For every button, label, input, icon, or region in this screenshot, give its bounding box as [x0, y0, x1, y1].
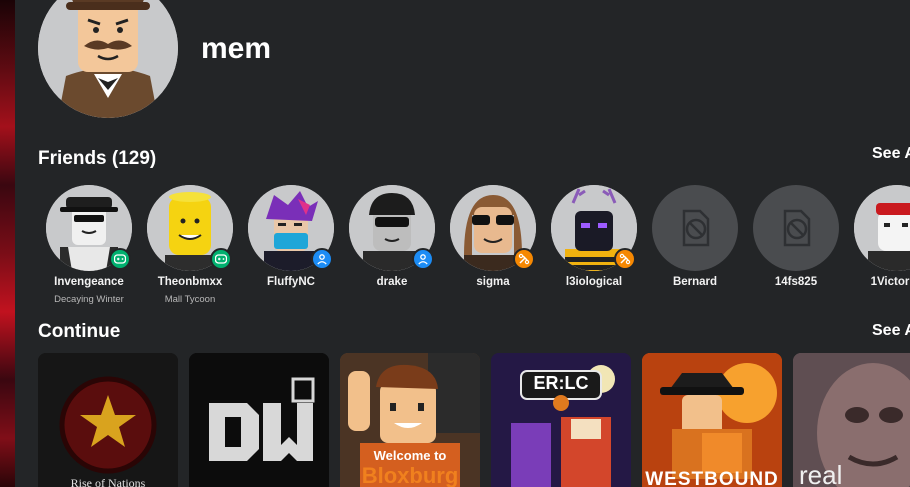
studio-icon — [518, 253, 530, 265]
game-thumbnail — [38, 353, 178, 487]
in-game-badge — [210, 248, 232, 270]
game-thumbnail — [642, 353, 782, 487]
game-tile[interactable]: Welcome to Bloxburg — [340, 353, 480, 487]
home-page: mem Friends (129) See All In — [15, 0, 910, 487]
friend-tile[interactable]: FluffyNC — [248, 185, 334, 288]
profile-avatar[interactable] — [38, 0, 178, 118]
friend-tile[interactable]: Bernard — [652, 185, 738, 288]
game-tile[interactable]: real — [793, 353, 910, 487]
username[interactable]: mem — [201, 32, 271, 66]
friend-avatar[interactable] — [753, 185, 839, 271]
person-icon — [418, 254, 428, 265]
game-tile[interactable] — [189, 353, 329, 487]
continue-section-title[interactable]: Continue — [38, 321, 120, 343]
friend-tile[interactable]: sigma — [450, 185, 536, 288]
online-badge — [412, 248, 434, 270]
friends-section-title[interactable]: Friends (129) — [38, 148, 156, 170]
online-badge — [311, 248, 333, 270]
friend-name[interactable]: 1VictorLo — [834, 276, 910, 288]
friend-avatar[interactable] — [652, 185, 738, 271]
background-edge — [0, 0, 15, 487]
game-title: Bloxburg — [361, 463, 459, 487]
friend-tile[interactable]: Invengeance Decaying Winter — [46, 185, 132, 305]
avatar-image — [854, 185, 910, 271]
friend-tile[interactable]: 14fs825 — [753, 185, 839, 288]
avatar-image — [38, 0, 178, 118]
studio-icon — [619, 253, 631, 265]
gamepad-icon — [114, 254, 126, 264]
game-thumbnail — [189, 353, 329, 487]
friend-tile[interactable]: Theonbmxx Mall Tycoon — [147, 185, 233, 305]
friend-avatar[interactable] — [854, 185, 910, 271]
in-studio-badge — [513, 248, 535, 270]
continue-see-all-link[interactable]: See All — [872, 322, 910, 340]
blocked-image-icon — [682, 209, 710, 247]
in-game-badge — [109, 248, 131, 270]
friend-tile[interactable]: drake — [349, 185, 435, 288]
gamepad-icon — [215, 254, 227, 264]
game-title: ER:LC — [533, 373, 589, 393]
in-studio-badge — [614, 248, 636, 270]
friend-tile[interactable]: 1VictorLo — [854, 185, 910, 288]
person-icon — [317, 254, 327, 265]
friend-tile[interactable]: l3iological — [551, 185, 637, 288]
game-tile[interactable]: WESTBOUND — [642, 353, 782, 487]
game-title: WESTBOUND — [645, 469, 779, 487]
game-title: Rise of Nations — [70, 476, 146, 487]
game-tile[interactable]: ER:LC — [491, 353, 631, 487]
game-title: real — [799, 460, 843, 487]
blocked-image-icon — [783, 209, 811, 247]
friend-game-status[interactable]: Mall Tycoon — [127, 294, 253, 305]
game-tile[interactable]: Rise of Nations — [38, 353, 178, 487]
friends-see-all-link[interactable]: See All — [872, 145, 910, 163]
game-title-top: Welcome to — [373, 448, 447, 463]
